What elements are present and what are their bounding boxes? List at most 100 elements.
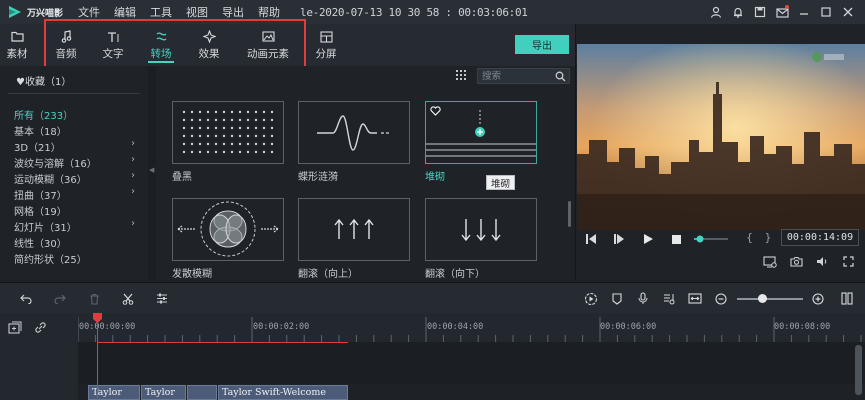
category-all[interactable]: 所有（233） — [14, 107, 73, 122]
menu-file[interactable]: 文件 — [78, 4, 100, 20]
marker-icon[interactable] — [606, 283, 628, 314]
delete-icon[interactable] — [83, 283, 105, 314]
close-icon[interactable] — [837, 0, 859, 24]
minimize-icon[interactable] — [793, 0, 815, 24]
panel-layout-icon[interactable] — [836, 283, 858, 314]
menu-export[interactable]: 导出 — [222, 4, 244, 20]
category-warp[interactable]: 扭曲（37） — [14, 187, 67, 202]
project-title: le-2020-07-13 10 30 58 : 00:03:06:01 — [300, 5, 528, 19]
favorites-item[interactable]: ♥收藏（1） — [16, 73, 71, 88]
timeline-ruler[interactable]: 00:00:00:00 00:00:02:00 00:00:04:00 00:0… — [78, 313, 865, 342]
preview-panel: { } 00:00:14:09 — [575, 24, 865, 280]
menu-help[interactable]: 帮助 — [258, 4, 280, 20]
chevron-right-icon[interactable]: › — [131, 154, 135, 165]
category-linear[interactable]: 线性（30） — [14, 235, 67, 250]
step-forward-icon[interactable] — [612, 233, 626, 245]
zoom-out-icon[interactable] — [710, 283, 732, 314]
city-sunset-image — [577, 44, 865, 230]
tooltip: 堆砌 — [486, 175, 515, 190]
transition-tile-stack[interactable] — [425, 101, 537, 164]
timeline-scrollbar[interactable] — [855, 345, 862, 395]
notification-icon[interactable] — [727, 0, 749, 24]
category-ripple-dissolve[interactable]: 波纹与溶解（16） — [14, 155, 97, 170]
menu-edit[interactable]: 编辑 — [114, 4, 136, 20]
search-icon[interactable] — [555, 71, 566, 82]
zoom-slider-track[interactable] — [737, 298, 803, 300]
media-toolbar: 素材 音频 文字 转场 效果 动画元素 分屏 — [0, 24, 575, 66]
adjust-icon[interactable] — [151, 283, 173, 314]
tab-text[interactable]: 文字 — [98, 24, 128, 66]
zoom-in-icon[interactable] — [807, 283, 829, 314]
app-logo: 万兴喵影 — [8, 5, 78, 19]
tab-media[interactable]: 素材 — [2, 24, 32, 66]
transition-tile-butterfly-ripple[interactable] — [298, 101, 410, 164]
fit-timeline-icon[interactable] — [684, 283, 706, 314]
fullscreen-icon[interactable] — [840, 255, 856, 268]
transition-tile-roll-down[interactable] — [425, 198, 537, 261]
step-back-icon[interactable] — [584, 233, 598, 245]
timeline-clip[interactable]: Taylor — [88, 385, 140, 400]
category-simple-shapes[interactable]: 简约形状（25） — [14, 251, 87, 266]
tab-audio[interactable]: 音频 — [51, 24, 81, 66]
add-track-icon[interactable] — [8, 321, 22, 337]
save-icon[interactable] — [749, 0, 771, 24]
chevron-right-icon[interactable]: › — [131, 218, 135, 229]
display-settings-icon[interactable] — [762, 255, 778, 268]
maximize-icon[interactable] — [815, 0, 837, 24]
timeline-clip[interactable] — [187, 385, 217, 400]
play-icon[interactable] — [642, 233, 654, 245]
audio-mixer-icon[interactable] — [658, 283, 680, 314]
search-input[interactable] — [482, 70, 552, 82]
timeline-clip[interactable]: Taylor Swift-Welcome — [218, 385, 348, 400]
ruler-label: 00:00:08:00 — [774, 322, 831, 332]
menu-bar: 文件 编辑 工具 视图 导出 帮助 — [78, 4, 294, 20]
zoom-slider-handle[interactable] — [758, 294, 767, 303]
grid-view-icon[interactable] — [455, 69, 467, 81]
mail-badge — [785, 5, 789, 9]
category-basic[interactable]: 基本（18） — [14, 123, 67, 138]
transition-tile-roll-up[interactable] — [298, 198, 410, 261]
link-icon[interactable] — [34, 321, 47, 337]
heart-icon[interactable] — [430, 106, 441, 116]
camera-icon[interactable] — [788, 255, 804, 268]
chevron-right-icon[interactable]: › — [131, 138, 135, 149]
scissors-icon[interactable] — [117, 283, 139, 314]
tab-split-screen[interactable]: 分屏 — [311, 24, 341, 66]
redo-icon[interactable] — [49, 283, 71, 314]
tab-label: 转场 — [150, 47, 172, 60]
chevron-right-icon[interactable]: › — [131, 170, 135, 181]
grid-scrollbar[interactable] — [568, 201, 571, 227]
mark-in-out[interactable]: { } — [746, 231, 776, 244]
category-slideshow[interactable]: 幻灯片（31） — [14, 219, 77, 234]
category-3d[interactable]: 3D（21） — [14, 139, 61, 154]
tab-effects[interactable]: 效果 — [194, 24, 224, 66]
volume-icon[interactable] — [814, 255, 830, 268]
panel-splitter[interactable]: ◀ — [148, 66, 156, 280]
tab-transitions[interactable]: 转场 — [144, 24, 178, 66]
category-motion-blur[interactable]: 运动模糊（36） — [14, 171, 87, 186]
stop-icon[interactable] — [670, 233, 682, 245]
collapse-arrow-icon[interactable]: ◀ — [149, 166, 154, 174]
app-name: 万兴喵影 — [27, 8, 64, 19]
timeline-clip[interactable]: Taylor — [141, 385, 186, 400]
tab-elements[interactable]: 动画元素 — [244, 24, 292, 66]
playback-progress[interactable] — [694, 235, 728, 243]
render-preview-icon[interactable] — [580, 283, 602, 314]
export-button[interactable]: 导出 — [515, 35, 569, 54]
effects-icon — [202, 30, 216, 43]
playhead-line[interactable] — [97, 313, 98, 400]
chevron-right-icon[interactable]: › — [131, 186, 135, 197]
mail-icon[interactable] — [771, 0, 793, 24]
menu-view[interactable]: 视图 — [186, 4, 208, 20]
ruler-label: 00:00:02:00 — [253, 322, 310, 332]
account-icon[interactable] — [705, 0, 727, 24]
stack-thumbnail — [426, 110, 536, 157]
category-grid[interactable]: 网格（19） — [14, 203, 67, 218]
search-box — [477, 68, 570, 84]
microphone-icon[interactable] — [632, 283, 654, 314]
transition-tile-diverge-blur[interactable] — [172, 198, 284, 261]
undo-icon[interactable] — [15, 283, 37, 314]
menu-tools[interactable]: 工具 — [150, 4, 172, 20]
tile-label: 堆砌 — [425, 172, 445, 183]
transition-tile-fade-black[interactable] — [172, 101, 284, 164]
